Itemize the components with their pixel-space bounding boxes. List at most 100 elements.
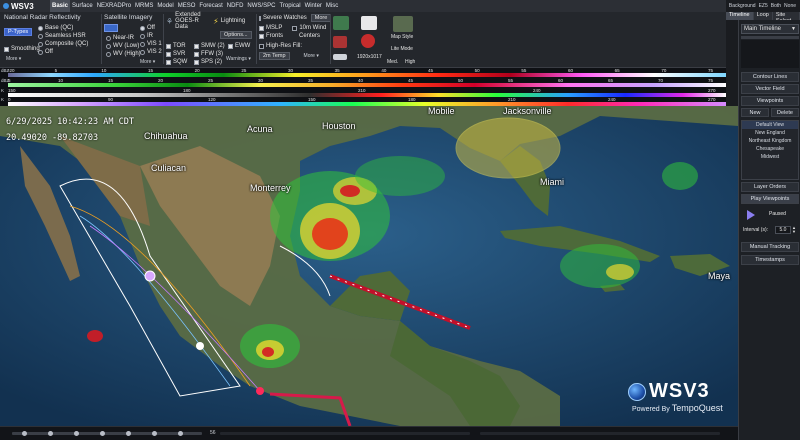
lightning-label[interactable]: Lightning xyxy=(221,18,245,24)
ribbon: National Radar Reflectivity P-Types Base… xyxy=(0,12,726,68)
menu-nexradpro[interactable]: NEXRADPro xyxy=(95,0,133,12)
map-style-icon[interactable] xyxy=(393,16,413,32)
radar-group-title: National Radar Reflectivity xyxy=(4,14,81,21)
satellite-more-dropdown[interactable]: More ▾ xyxy=(140,59,155,65)
play-viewpoints-header[interactable]: Play Viewpoints xyxy=(741,194,799,204)
menu-model[interactable]: Model xyxy=(155,0,175,12)
centers-label[interactable]: Centers xyxy=(299,33,320,39)
ffw-checkbox[interactable] xyxy=(194,51,199,57)
menu-surface[interactable]: Surface xyxy=(70,0,95,12)
radio-vis1[interactable] xyxy=(140,41,145,47)
tab-loop[interactable]: Loop xyxy=(753,12,773,20)
sqw-checkbox[interactable] xyxy=(166,59,171,65)
radio-wv-low[interactable] xyxy=(106,43,111,49)
timeline-marker[interactable] xyxy=(74,431,79,436)
radio-base-qc[interactable] xyxy=(38,25,43,31)
contour-lines-button[interactable]: Contour Lines xyxy=(741,72,799,82)
warnings-dropdown[interactable]: Warnings ▾ xyxy=(226,56,251,62)
list-item[interactable]: Northeast Kingdom xyxy=(742,137,798,145)
quality-high[interactable]: High xyxy=(405,59,415,65)
radio-vis2[interactable] xyxy=(140,49,145,55)
tab-timeline[interactable]: Timeline xyxy=(726,12,754,20)
menu-mrms[interactable]: MRMS xyxy=(133,0,155,12)
radar-more-dropdown[interactable]: More ▾ xyxy=(6,56,21,62)
lightning-options-button[interactable]: Options... xyxy=(220,31,252,39)
manual-tracking-button[interactable]: Manual Tracking xyxy=(741,242,799,252)
timestamps-button[interactable]: Timestamps xyxy=(741,255,799,265)
list-item[interactable]: Midwest xyxy=(742,153,798,161)
radio-near-ir[interactable] xyxy=(106,35,111,41)
label-vis2: VIS 2 xyxy=(147,49,162,55)
timeline-marker[interactable] xyxy=(152,431,157,436)
menu-meso[interactable]: MESO xyxy=(176,0,198,12)
resolution-label[interactable]: 1920x1017 xyxy=(357,54,382,60)
menu-basic[interactable]: Basic xyxy=(50,0,71,12)
tab-site-select[interactable]: Site Select xyxy=(772,12,800,24)
frame-label: 56 xyxy=(210,430,216,436)
capture-icon[interactable] xyxy=(361,16,377,30)
timeline-slider[interactable] xyxy=(741,36,799,39)
timeline-track-secondary[interactable] xyxy=(220,432,470,435)
interval-input[interactable]: 5.0 xyxy=(775,226,791,234)
quality-med[interactable]: Med. xyxy=(387,59,398,65)
menu-ndfd[interactable]: NDFD xyxy=(225,0,246,12)
severe-watches-checkbox[interactable] xyxy=(259,15,261,21)
timeline-marker[interactable] xyxy=(126,431,131,436)
satellite-more-label: More xyxy=(140,59,152,65)
smoothing-checkbox[interactable] xyxy=(4,46,9,52)
watches-more2-dropdown[interactable]: More ▾ xyxy=(304,53,319,59)
city-mobile: Mobile xyxy=(428,106,455,116)
timeline-marker[interactable] xyxy=(100,431,105,436)
map-view[interactable]: 6/29/2025 10:42:23 AM CDT 20.49020 -89.8… xyxy=(0,106,738,426)
menu-tropical[interactable]: Tropical xyxy=(277,0,302,12)
lite-mode-label[interactable]: Lite Mode xyxy=(391,46,413,52)
layer-orders-button[interactable]: Layer Orders xyxy=(741,182,799,192)
interval-stepper[interactable]: ▲ ▼ xyxy=(792,226,796,234)
radio-ir[interactable] xyxy=(140,33,145,39)
wind-checkbox[interactable] xyxy=(292,25,298,31)
wind-tool-icon[interactable] xyxy=(333,54,347,60)
record-icon[interactable] xyxy=(361,34,375,48)
timeline-marker[interactable] xyxy=(22,431,27,436)
radio-seamless-hsr[interactable] xyxy=(38,33,43,39)
city-maya: Maya xyxy=(708,271,731,281)
right-panel: Main Timeline ▼ Contour Lines Vector Fie… xyxy=(738,20,800,440)
smw-checkbox[interactable] xyxy=(194,43,199,49)
svr-checkbox[interactable] xyxy=(166,51,171,57)
timeline-marker[interactable] xyxy=(48,431,53,436)
draw-icon[interactable] xyxy=(333,36,347,48)
radio-sat-off[interactable] xyxy=(140,25,145,31)
sps-checkbox[interactable] xyxy=(194,59,199,65)
menu-winter[interactable]: Winter xyxy=(303,0,324,12)
temp-dropdown[interactable]: 2m Temp xyxy=(259,52,290,60)
eww-checkbox[interactable] xyxy=(228,43,233,49)
radio-wv-high[interactable] xyxy=(106,51,111,57)
list-item[interactable]: Default View xyxy=(742,121,798,129)
play-icon[interactable] xyxy=(747,210,755,220)
new-viewpoint-button[interactable]: New xyxy=(741,108,769,117)
timeline-select[interactable]: Main Timeline ▼ xyxy=(741,24,799,34)
fronts-checkbox[interactable] xyxy=(259,33,264,39)
lightning-icon: ⚡ xyxy=(213,16,219,26)
goes-label[interactable]: Extended GOES-R Data xyxy=(175,12,211,30)
menu-nws-spc[interactable]: NWS/SPC xyxy=(245,0,277,12)
timeline-marker[interactable] xyxy=(178,431,183,436)
menu-forecast[interactable]: Forecast xyxy=(197,0,224,12)
satellite-thumb[interactable] xyxy=(104,24,118,32)
ptypes-button[interactable]: P-Types xyxy=(4,28,33,36)
mslp-checkbox[interactable] xyxy=(259,25,264,31)
timeline-track[interactable] xyxy=(12,432,202,435)
watches-more-button[interactable]: More xyxy=(310,14,332,22)
delete-viewpoint-button[interactable]: Delete xyxy=(771,108,799,117)
vector-field-button[interactable]: Vector Field xyxy=(741,84,799,94)
globe-icon xyxy=(628,382,646,401)
severe-watches-label: Severe Watches xyxy=(263,15,307,21)
list-item[interactable]: Chesapeake xyxy=(742,145,798,153)
layers-icon[interactable] xyxy=(333,16,349,30)
timeline-track-tertiary[interactable] xyxy=(480,432,720,435)
menu-misc[interactable]: Misc xyxy=(324,0,340,12)
hires-checkbox[interactable] xyxy=(259,43,264,49)
tor-checkbox[interactable] xyxy=(166,43,171,49)
list-item[interactable]: New England xyxy=(742,129,798,137)
viewpoints-header[interactable]: Viewpoints xyxy=(741,96,799,106)
